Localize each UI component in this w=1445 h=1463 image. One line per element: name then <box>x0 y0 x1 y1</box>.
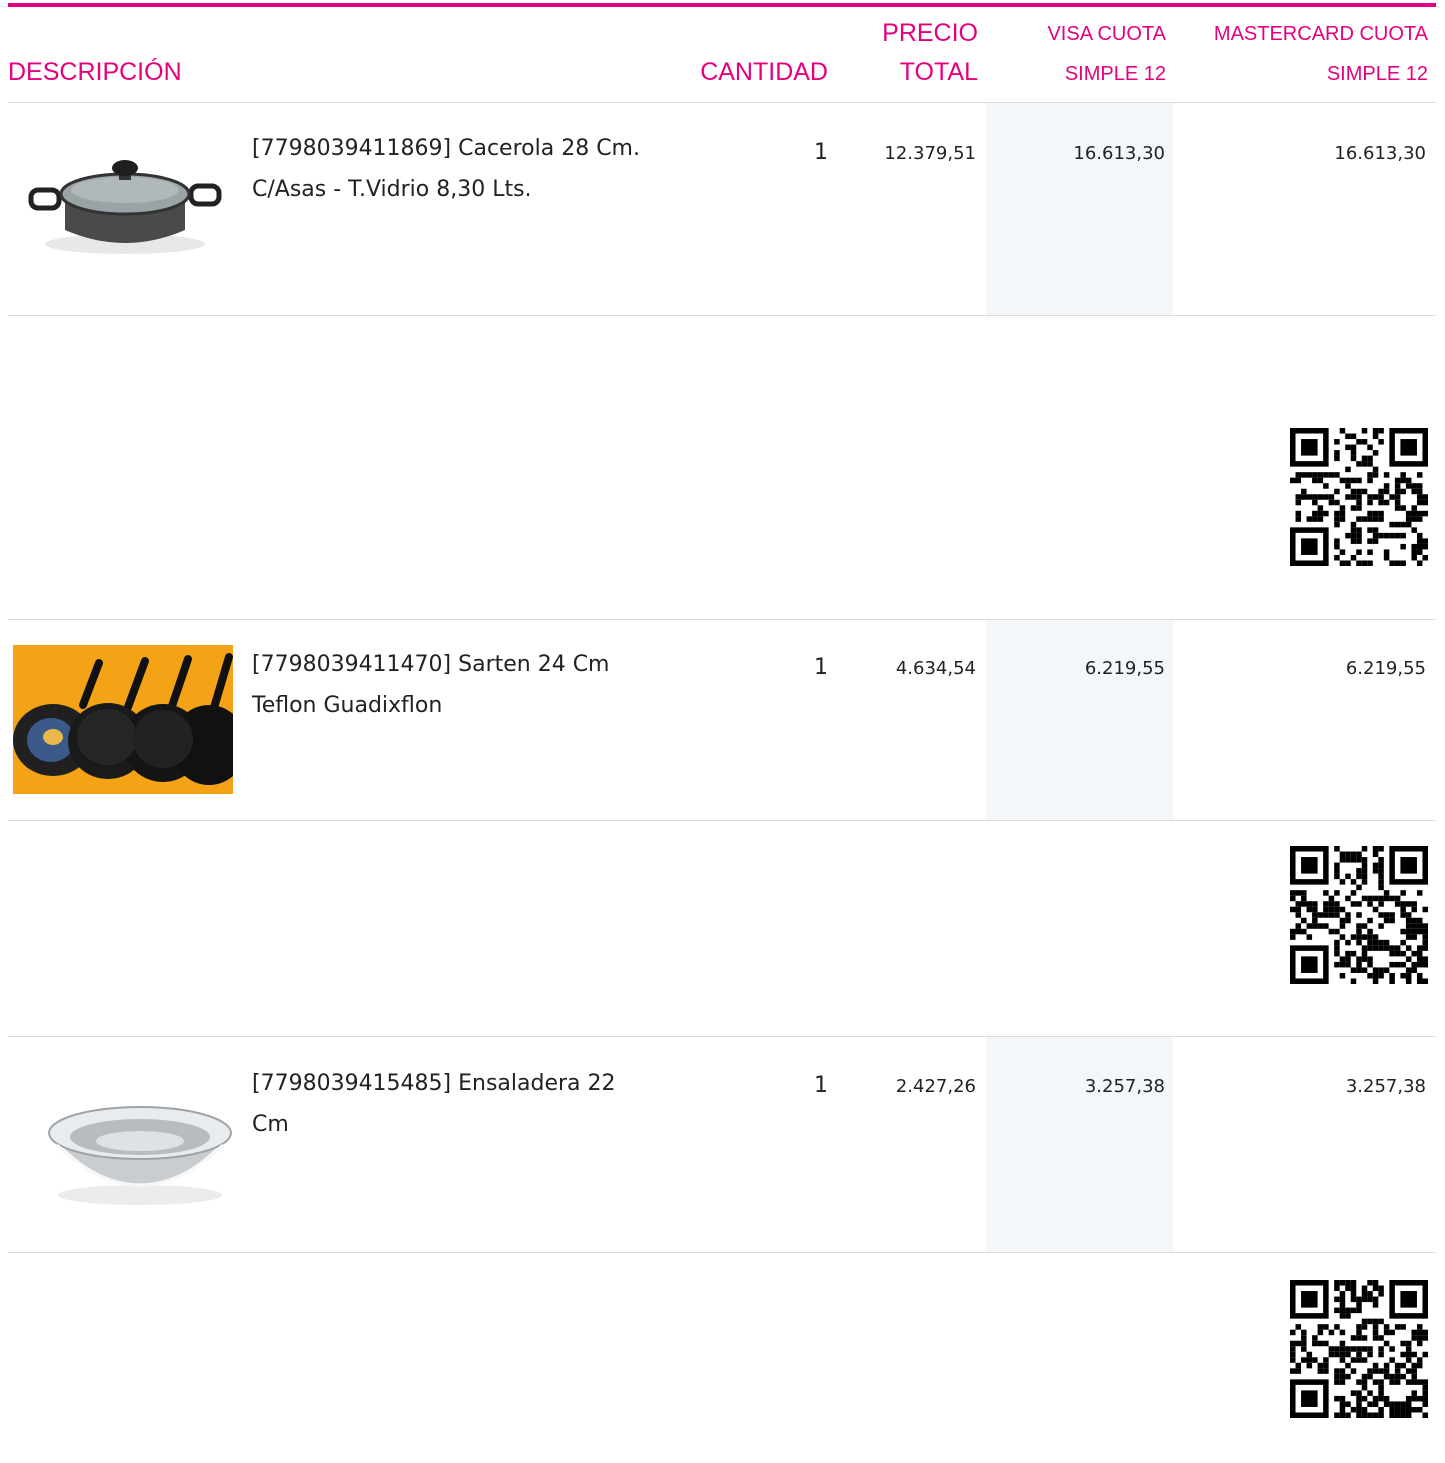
product-description-line2: C/Asas - T.Vidrio 8,30 Lts. <box>252 177 532 202</box>
product-mastercard-price: 16.613,30 <box>1334 143 1426 164</box>
product-description-line2: Teflon Guadixflon <box>252 693 443 718</box>
product-description-line1: [7798039411470] Sarten 24 Cm <box>252 652 610 677</box>
divider <box>8 315 1436 316</box>
product-mastercard-price: 3.257,38 <box>1345 1076 1426 1097</box>
product-quantity: 1 <box>814 140 828 165</box>
top-accent-bar <box>8 3 1436 7</box>
divider <box>8 102 1436 103</box>
divider <box>8 1252 1436 1253</box>
product-quantity: 1 <box>814 655 828 680</box>
product-visa-price: 6.219,55 <box>1084 658 1165 679</box>
header-precio-line2: TOTAL <box>899 58 978 86</box>
product-visa-price: 3.257,38 <box>1084 1076 1165 1097</box>
steel-salad-bowl-image[interactable] <box>45 1085 235 1215</box>
visa-column-bg-1 <box>986 103 1173 315</box>
product-description-line2: Cm <box>252 1112 289 1137</box>
qr-code-icon <box>1290 1280 1428 1418</box>
header-mastercard-line1: MASTERCARD CUOTA <box>1213 23 1428 45</box>
product-description-line1: [7798039411869] Cacerola 28 Cm. <box>252 136 640 161</box>
product-description: [7798039411869] Cacerola 28 Cm. C/Asas -… <box>252 128 682 210</box>
visa-column-bg-2 <box>986 620 1173 820</box>
header-mastercard-line2: SIMPLE 12 <box>1326 63 1428 85</box>
qr-code-icon <box>1290 428 1428 566</box>
product-description: [7798039415485] Ensaladera 22 Cm <box>252 1063 682 1145</box>
qr-code-icon <box>1290 846 1428 984</box>
frying-pans-image[interactable] <box>13 645 233 794</box>
divider <box>8 1036 1436 1037</box>
pot-with-glass-lid-image[interactable] <box>25 148 225 258</box>
product-mastercard-price: 6.219,55 <box>1345 658 1426 679</box>
product-precio-total: 12.379,51 <box>884 143 976 164</box>
divider <box>8 820 1436 821</box>
header-precio-line1: PRECIO <box>882 19 978 47</box>
header-visa-line2: SIMPLE 12 <box>1064 63 1166 85</box>
header-visa-line1: VISA CUOTA <box>1047 23 1166 45</box>
header-cantidad: CANTIDAD <box>700 58 828 86</box>
product-precio-total: 4.634,54 <box>895 658 976 679</box>
product-description-line1: [7798039415485] Ensaladera 22 <box>252 1071 616 1096</box>
header-descripcion: DESCRIPCIÓN <box>8 58 182 86</box>
product-quantity: 1 <box>814 1073 828 1098</box>
divider <box>8 619 1436 620</box>
visa-column-bg-3 <box>986 1037 1173 1253</box>
product-precio-total: 2.427,26 <box>895 1076 976 1097</box>
product-visa-price: 16.613,30 <box>1073 143 1165 164</box>
product-description: [7798039411470] Sarten 24 Cm Teflon Guad… <box>252 644 682 726</box>
